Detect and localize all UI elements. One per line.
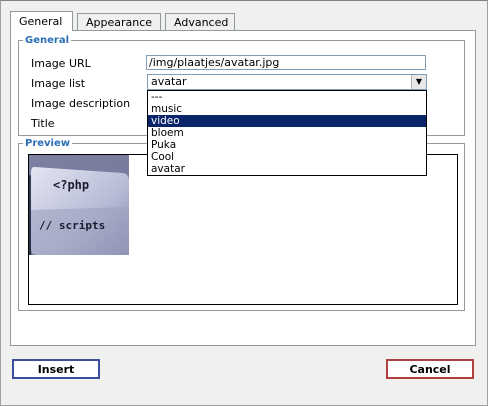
chevron-down-icon[interactable]: ▼: [411, 75, 426, 89]
image-url-input[interactable]: [146, 55, 426, 70]
tab-appearance[interactable]: Appearance: [77, 13, 161, 30]
dropdown-option[interactable]: avatar: [148, 163, 426, 175]
insert-button-label: Insert: [37, 363, 75, 376]
title-label: Title: [31, 117, 55, 130]
image-list-label: Image list: [31, 77, 86, 90]
tab-general[interactable]: General: [10, 11, 73, 31]
preview-image: <?php // scripts: [29, 155, 129, 255]
dropdown-option[interactable]: music: [148, 103, 426, 115]
image-list-dropdown[interactable]: --- music video bloem Puka Cool avatar: [147, 90, 427, 176]
preview-legend: Preview: [25, 138, 71, 149]
dropdown-option[interactable]: ---: [148, 91, 426, 103]
cancel-button[interactable]: Cancel: [386, 359, 474, 379]
dropdown-option[interactable]: Cool: [148, 151, 426, 163]
dropdown-option[interactable]: Puka: [148, 139, 426, 151]
image-list-select[interactable]: avatar ▼: [147, 74, 427, 90]
image-url-label: Image URL: [31, 57, 91, 70]
preview-image-text-1: <?php: [53, 178, 89, 192]
preview-image-text-2: // scripts: [39, 219, 105, 232]
tab-advanced[interactable]: Advanced: [165, 13, 235, 30]
dropdown-option[interactable]: bloem: [148, 127, 426, 139]
cancel-button-label: Cancel: [409, 363, 451, 376]
image-list-selected-value: avatar: [151, 75, 187, 88]
dropdown-option-highlighted[interactable]: video: [148, 115, 426, 127]
image-description-label: Image description: [31, 97, 131, 110]
general-legend: General: [25, 35, 69, 46]
insert-button[interactable]: Insert: [12, 359, 100, 379]
